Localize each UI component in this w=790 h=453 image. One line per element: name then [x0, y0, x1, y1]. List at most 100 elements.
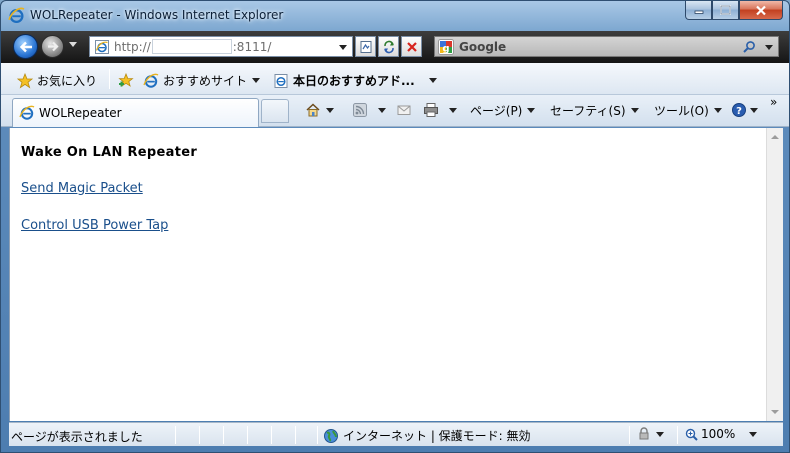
new-tab-button[interactable] [261, 99, 289, 123]
tools-menu-button[interactable]: ツール(O) [654, 102, 722, 119]
help-button[interactable]: ? [731, 102, 758, 118]
address-dropdown-icon[interactable] [339, 45, 347, 50]
tab-wolrepeater[interactable]: WOLRepeater [12, 98, 259, 127]
safety-menu-button[interactable]: セーフティ(S) [550, 102, 639, 119]
status-bar: ページが表示されました インターネット | 保護モード: 無効 100% [9, 422, 783, 446]
chevron-down-icon [252, 78, 261, 83]
status-divider [677, 426, 678, 444]
feeds-button[interactable] [352, 102, 386, 118]
favorites-button[interactable]: お気に入り [17, 72, 97, 89]
page-heading: Wake On LAN Repeater [21, 145, 198, 160]
url-hostname-redacted [151, 39, 232, 54]
ie-page-icon [95, 39, 109, 54]
chevron-down-icon [326, 107, 334, 113]
command-bar-overflow[interactable]: » [770, 95, 777, 109]
zoom-level: 100% [701, 427, 736, 441]
maximize-button[interactable] [712, 1, 739, 20]
web-slice-gallery-button[interactable]: 本日のおすすめアド... [273, 72, 437, 89]
home-icon [306, 103, 320, 117]
ie-logo-icon [143, 73, 159, 88]
print-button[interactable] [423, 102, 457, 118]
url-prefix: http:// [114, 39, 151, 54]
rss-feed-icon [353, 103, 367, 117]
add-favorite-star-icon [118, 72, 134, 87]
google-icon: g [438, 38, 454, 55]
address-bar[interactable]: http:// :8111/ [89, 36, 353, 57]
control-usb-power-tap-link[interactable]: Control USB Power Tap [21, 218, 168, 233]
chevron-down-icon [378, 107, 386, 113]
chevron-down-icon [428, 78, 437, 83]
browser-window: WOLRepeater - Windows Internet Explorer [0, 0, 790, 453]
forward-button[interactable] [41, 35, 64, 58]
search-box[interactable]: g Google [434, 36, 779, 57]
tab-title: WOLRepeater [39, 106, 122, 120]
chevron-down-icon [656, 431, 664, 437]
status-divider [175, 426, 176, 444]
overflow-chevron-icon: » [770, 95, 778, 109]
ie-page-icon [274, 73, 288, 88]
search-icon[interactable] [742, 40, 756, 54]
zone-label: インターネット | 保護モード: 無効 [343, 429, 531, 443]
chevron-down-icon [449, 107, 457, 113]
status-divider [295, 426, 296, 444]
ie-logo-icon [19, 105, 35, 120]
vertical-scrollbar[interactable] [766, 128, 783, 421]
search-options-dropdown-icon[interactable] [765, 45, 773, 50]
status-divider [223, 426, 224, 444]
status-divider [271, 426, 272, 444]
chevron-down-icon [749, 431, 758, 437]
globe-icon [324, 428, 338, 443]
read-mail-button[interactable] [396, 102, 412, 118]
tools-menu-label: ツール(O) [654, 104, 709, 118]
scroll-down-icon[interactable] [771, 410, 779, 414]
ie-logo-icon [8, 7, 25, 24]
home-button[interactable] [305, 102, 334, 118]
minimize-button[interactable] [685, 1, 712, 20]
url-suffix: :8111/ [232, 39, 272, 54]
svg-text:g: g [442, 43, 449, 54]
stop-button[interactable] [401, 36, 422, 57]
chevron-down-icon [713, 108, 722, 113]
favorites-star-icon [17, 72, 33, 88]
back-arrow-icon [19, 41, 32, 52]
forward-arrow-icon [47, 41, 59, 52]
compatibility-view-button[interactable] [355, 36, 376, 57]
security-zone[interactable]: インターネット | 保護モード: 無効 [323, 427, 531, 444]
zoom-button[interactable]: 100% [685, 427, 758, 441]
printer-icon [424, 103, 438, 117]
search-provider-label: Google [459, 39, 507, 54]
favorites-label: お気に入り [37, 74, 98, 88]
status-divider [317, 426, 318, 444]
refresh-button[interactable] [378, 36, 399, 57]
minimize-icon [694, 10, 703, 14]
favorites-separator [109, 69, 110, 89]
chevron-down-icon [527, 108, 536, 113]
refresh-icon [383, 40, 394, 53]
maximize-icon [720, 5, 731, 15]
tab-command-bar: WOLRepeater ページ(P) セーフティ(S) ツール(O) ? » [1, 95, 789, 127]
chevron-down-icon [750, 107, 758, 113]
window-title: WOLRepeater - Windows Internet Explorer [30, 8, 284, 22]
stop-icon [406, 41, 417, 52]
svg-text:?: ? [736, 106, 742, 117]
protected-mode-button[interactable] [637, 427, 664, 441]
close-button[interactable] [739, 1, 783, 20]
safety-menu-label: セーフティ(S) [550, 104, 626, 118]
title-bar[interactable]: WOLRepeater - Windows Internet Explorer [1, 1, 789, 31]
suggested-sites-button[interactable]: おすすめサイト [143, 72, 261, 89]
page-menu-button[interactable]: ページ(P) [470, 102, 536, 119]
chevron-down-icon [630, 108, 639, 113]
page-content: Wake On LAN Repeater Send Magic Packet C… [9, 128, 766, 421]
recent-pages-dropdown[interactable] [69, 42, 77, 47]
send-magic-packet-link[interactable]: Send Magic Packet [21, 181, 143, 196]
zoom-icon [685, 428, 698, 441]
add-to-favorites-bar-button[interactable] [118, 72, 138, 88]
window-controls [685, 1, 783, 21]
status-divider [247, 426, 248, 444]
scroll-up-icon[interactable] [771, 135, 779, 139]
close-icon [756, 5, 766, 15]
back-button[interactable] [13, 34, 38, 59]
page-menu-label: ページ(P) [470, 104, 523, 118]
status-text: ページが表示されました [11, 430, 143, 444]
mail-icon [397, 105, 411, 115]
